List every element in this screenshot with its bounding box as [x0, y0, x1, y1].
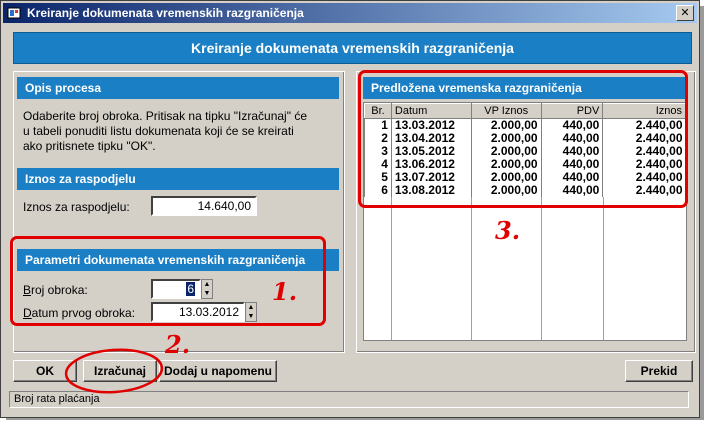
iznos-label: Iznos za raspodjelu: — [23, 200, 130, 214]
dodaj-u-napomenu-button[interactable]: Dodaj u napomenu — [159, 360, 277, 382]
prekid-button[interactable]: Prekid — [625, 360, 693, 382]
opis-text-line-3: ako pritisnete tipku "OK". — [23, 139, 156, 153]
close-icon[interactable]: ✕ — [676, 5, 694, 21]
iznos-field[interactable]: 14.640,00 — [151, 196, 257, 216]
app-icon — [7, 7, 21, 19]
opis-text-line-1: Odaberite broj obroka. Pritisak na tipku… — [23, 109, 307, 123]
opis-header: Opis procesa — [17, 77, 339, 99]
dodaj-label: Dodaj u napomenu — [164, 364, 272, 378]
iznos-header: Iznos za raspodjelu — [17, 168, 339, 190]
annotation-ellipse-izracunaj — [64, 348, 164, 394]
title-bar[interactable]: Kreiranje dokumenata vremenskih razgrani… — [3, 3, 697, 23]
opis-text-line-2: u tabeli ponuditi listu dokumenata koji … — [23, 124, 294, 138]
page-banner: Kreiranje dokumenata vremenskih razgrani… — [13, 32, 692, 64]
annotation-number-3: 3. — [495, 216, 521, 245]
annotation-box-grid — [358, 70, 688, 208]
window-title: Kreiranje dokumenata vremenskih razgrani… — [27, 6, 304, 20]
annotation-number-2: 2. — [165, 330, 191, 359]
annotation-number-1: 1. — [272, 277, 298, 306]
